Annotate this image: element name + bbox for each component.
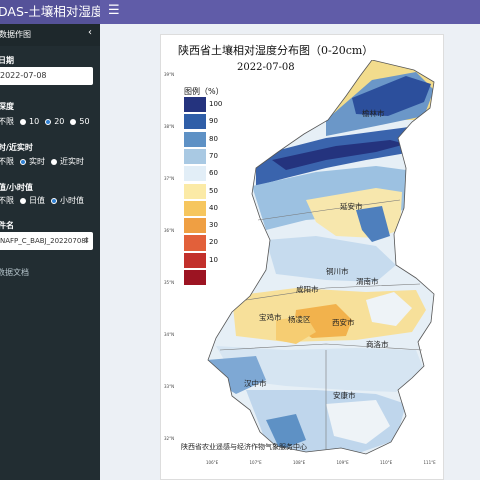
realtime-radio-realtime[interactable]	[20, 158, 26, 165]
app-title-bar: DAS-土壤相对湿度	[0, 0, 100, 24]
legend-swatch	[184, 218, 206, 234]
sidebar-doc-link[interactable]: 数据文档	[0, 267, 29, 278]
chevron-left-icon[interactable]: ‹	[88, 27, 92, 38]
depth-option-50-label[interactable]: 50	[79, 117, 89, 126]
map-footer-credit: 陕西省农业遥感与经济作物气象服务中心	[181, 443, 307, 451]
legend-label: 30	[209, 221, 218, 230]
sidebar-menu-label: 数据作图	[0, 30, 31, 39]
longitude-tick-label: 110°E	[380, 460, 393, 465]
app-title: DAS-土壤相对湿度	[0, 4, 100, 19]
depth-label: 深度	[0, 102, 14, 111]
legend-swatch	[184, 252, 206, 268]
file-select[interactable]: NAFP_C_BABJ_20220708 ⬍	[0, 232, 93, 250]
period-option-daily-label[interactable]: 日值	[29, 195, 45, 206]
latitude-tick-label: 34°N	[164, 332, 175, 337]
realtime-radio-group: 不限 实时 近实时	[0, 156, 84, 167]
realtime-option-near-label[interactable]: 近实时	[60, 156, 84, 167]
latitude-tick-label: 38°N	[164, 124, 175, 129]
date-label: 日期	[0, 56, 14, 65]
period-radio-daily[interactable]	[20, 197, 26, 204]
hamburger-icon[interactable]: ☰	[108, 4, 120, 18]
period-radio-hourly[interactable]	[51, 197, 57, 204]
legend-swatch	[184, 97, 206, 113]
legend-swatch	[184, 148, 206, 165]
city-label-tongchuan: 铜川市	[326, 267, 349, 276]
legend-swatch	[184, 183, 206, 199]
latitude-tick-label: 36°N	[164, 228, 175, 233]
city-label-shangluo: 商洛市	[366, 340, 389, 349]
legend-label: 70	[209, 151, 218, 160]
latitude-tick-label: 32°N	[164, 436, 175, 441]
period-radio-group: 不限 日值 小时值	[0, 195, 84, 206]
map-title: 陕西省土壤相对湿度分布图（0-20cm）	[178, 44, 374, 57]
select-arrows-icon: ⬍	[83, 236, 90, 245]
sidebar: 数据作图 ‹ 日期 2022-07-08 深度 不限 10 20 50 时/近实…	[0, 24, 100, 480]
realtime-option-unlimited-label[interactable]: 不限	[0, 156, 14, 167]
period-option-unlimited-label[interactable]: 不限	[0, 195, 14, 206]
longitude-tick-label: 106°E	[206, 460, 219, 465]
city-label-weinan: 渭南市	[356, 277, 379, 286]
depth-option-unlimited-label[interactable]: 不限	[0, 116, 14, 127]
legend-label: 40	[209, 203, 218, 212]
period-label: 值/小时值	[0, 183, 33, 192]
legend-label: 60	[209, 169, 218, 178]
latitude-tick-label: 39°N	[164, 72, 175, 77]
legend-swatch	[184, 114, 206, 130]
realtime-option-realtime-label[interactable]: 实时	[29, 156, 45, 167]
longitude-tick-label: 109°E	[336, 460, 349, 465]
city-label-xian: 西安市	[332, 318, 355, 327]
city-label-yanan: 延安市	[340, 202, 363, 211]
city-label-ankang: 安康市	[333, 391, 356, 400]
date-value: 2022-07-08	[0, 71, 47, 80]
latitude-tick-label: 35°N	[164, 280, 175, 285]
legend-swatch	[184, 166, 206, 182]
legend-title: 图例（%）	[184, 87, 224, 96]
legend-swatch	[184, 270, 206, 286]
city-label-yangling: 杨凌区	[288, 315, 311, 324]
longitude-tick-label: 108°E	[293, 460, 306, 465]
legend-swatch	[184, 200, 206, 216]
longitude-tick-label: 111°E	[423, 460, 436, 465]
legend-label: 10	[209, 255, 218, 264]
legend-label: 20	[209, 238, 218, 247]
city-label-hanzhong: 汉中市	[244, 379, 267, 388]
depth-radio-group: 不限 10 20 50	[0, 116, 90, 127]
legend-label: 100	[209, 100, 223, 108]
period-option-hourly-label[interactable]: 小时值	[60, 195, 84, 206]
legend-swatch	[184, 235, 206, 251]
date-input[interactable]: 2022-07-08	[0, 67, 93, 85]
depth-radio-50[interactable]	[70, 118, 77, 125]
top-navbar: ☰	[100, 0, 480, 24]
depth-option-10-label[interactable]: 10	[29, 117, 39, 126]
file-label: 件名	[0, 221, 14, 230]
realtime-radio-near[interactable]	[51, 158, 57, 165]
city-label-yulin: 榆林市	[362, 109, 385, 118]
depth-radio-20[interactable]	[45, 118, 52, 125]
legend-label: 80	[209, 134, 218, 143]
legend-swatch	[184, 131, 206, 147]
legend-label: 90	[209, 117, 218, 126]
latitude-tick-label: 33°N	[164, 384, 175, 389]
legend-label: 50	[209, 186, 218, 195]
longitude-tick-label: 107°E	[249, 460, 262, 465]
latitude-tick-label: 37°N	[164, 176, 175, 181]
sidebar-menu-item-plot[interactable]: 数据作图 ‹	[0, 24, 100, 46]
depth-option-20-label[interactable]: 20	[54, 117, 64, 126]
realtime-label: 时/近实时	[0, 143, 33, 152]
city-label-baoji: 宝鸡市	[259, 313, 282, 322]
file-select-value: NAFP_C_BABJ_20220708	[0, 237, 86, 245]
city-label-xianyang: 咸阳市	[296, 285, 319, 294]
map-date: 2022-07-08	[237, 62, 295, 73]
depth-radio-10[interactable]	[20, 118, 26, 125]
